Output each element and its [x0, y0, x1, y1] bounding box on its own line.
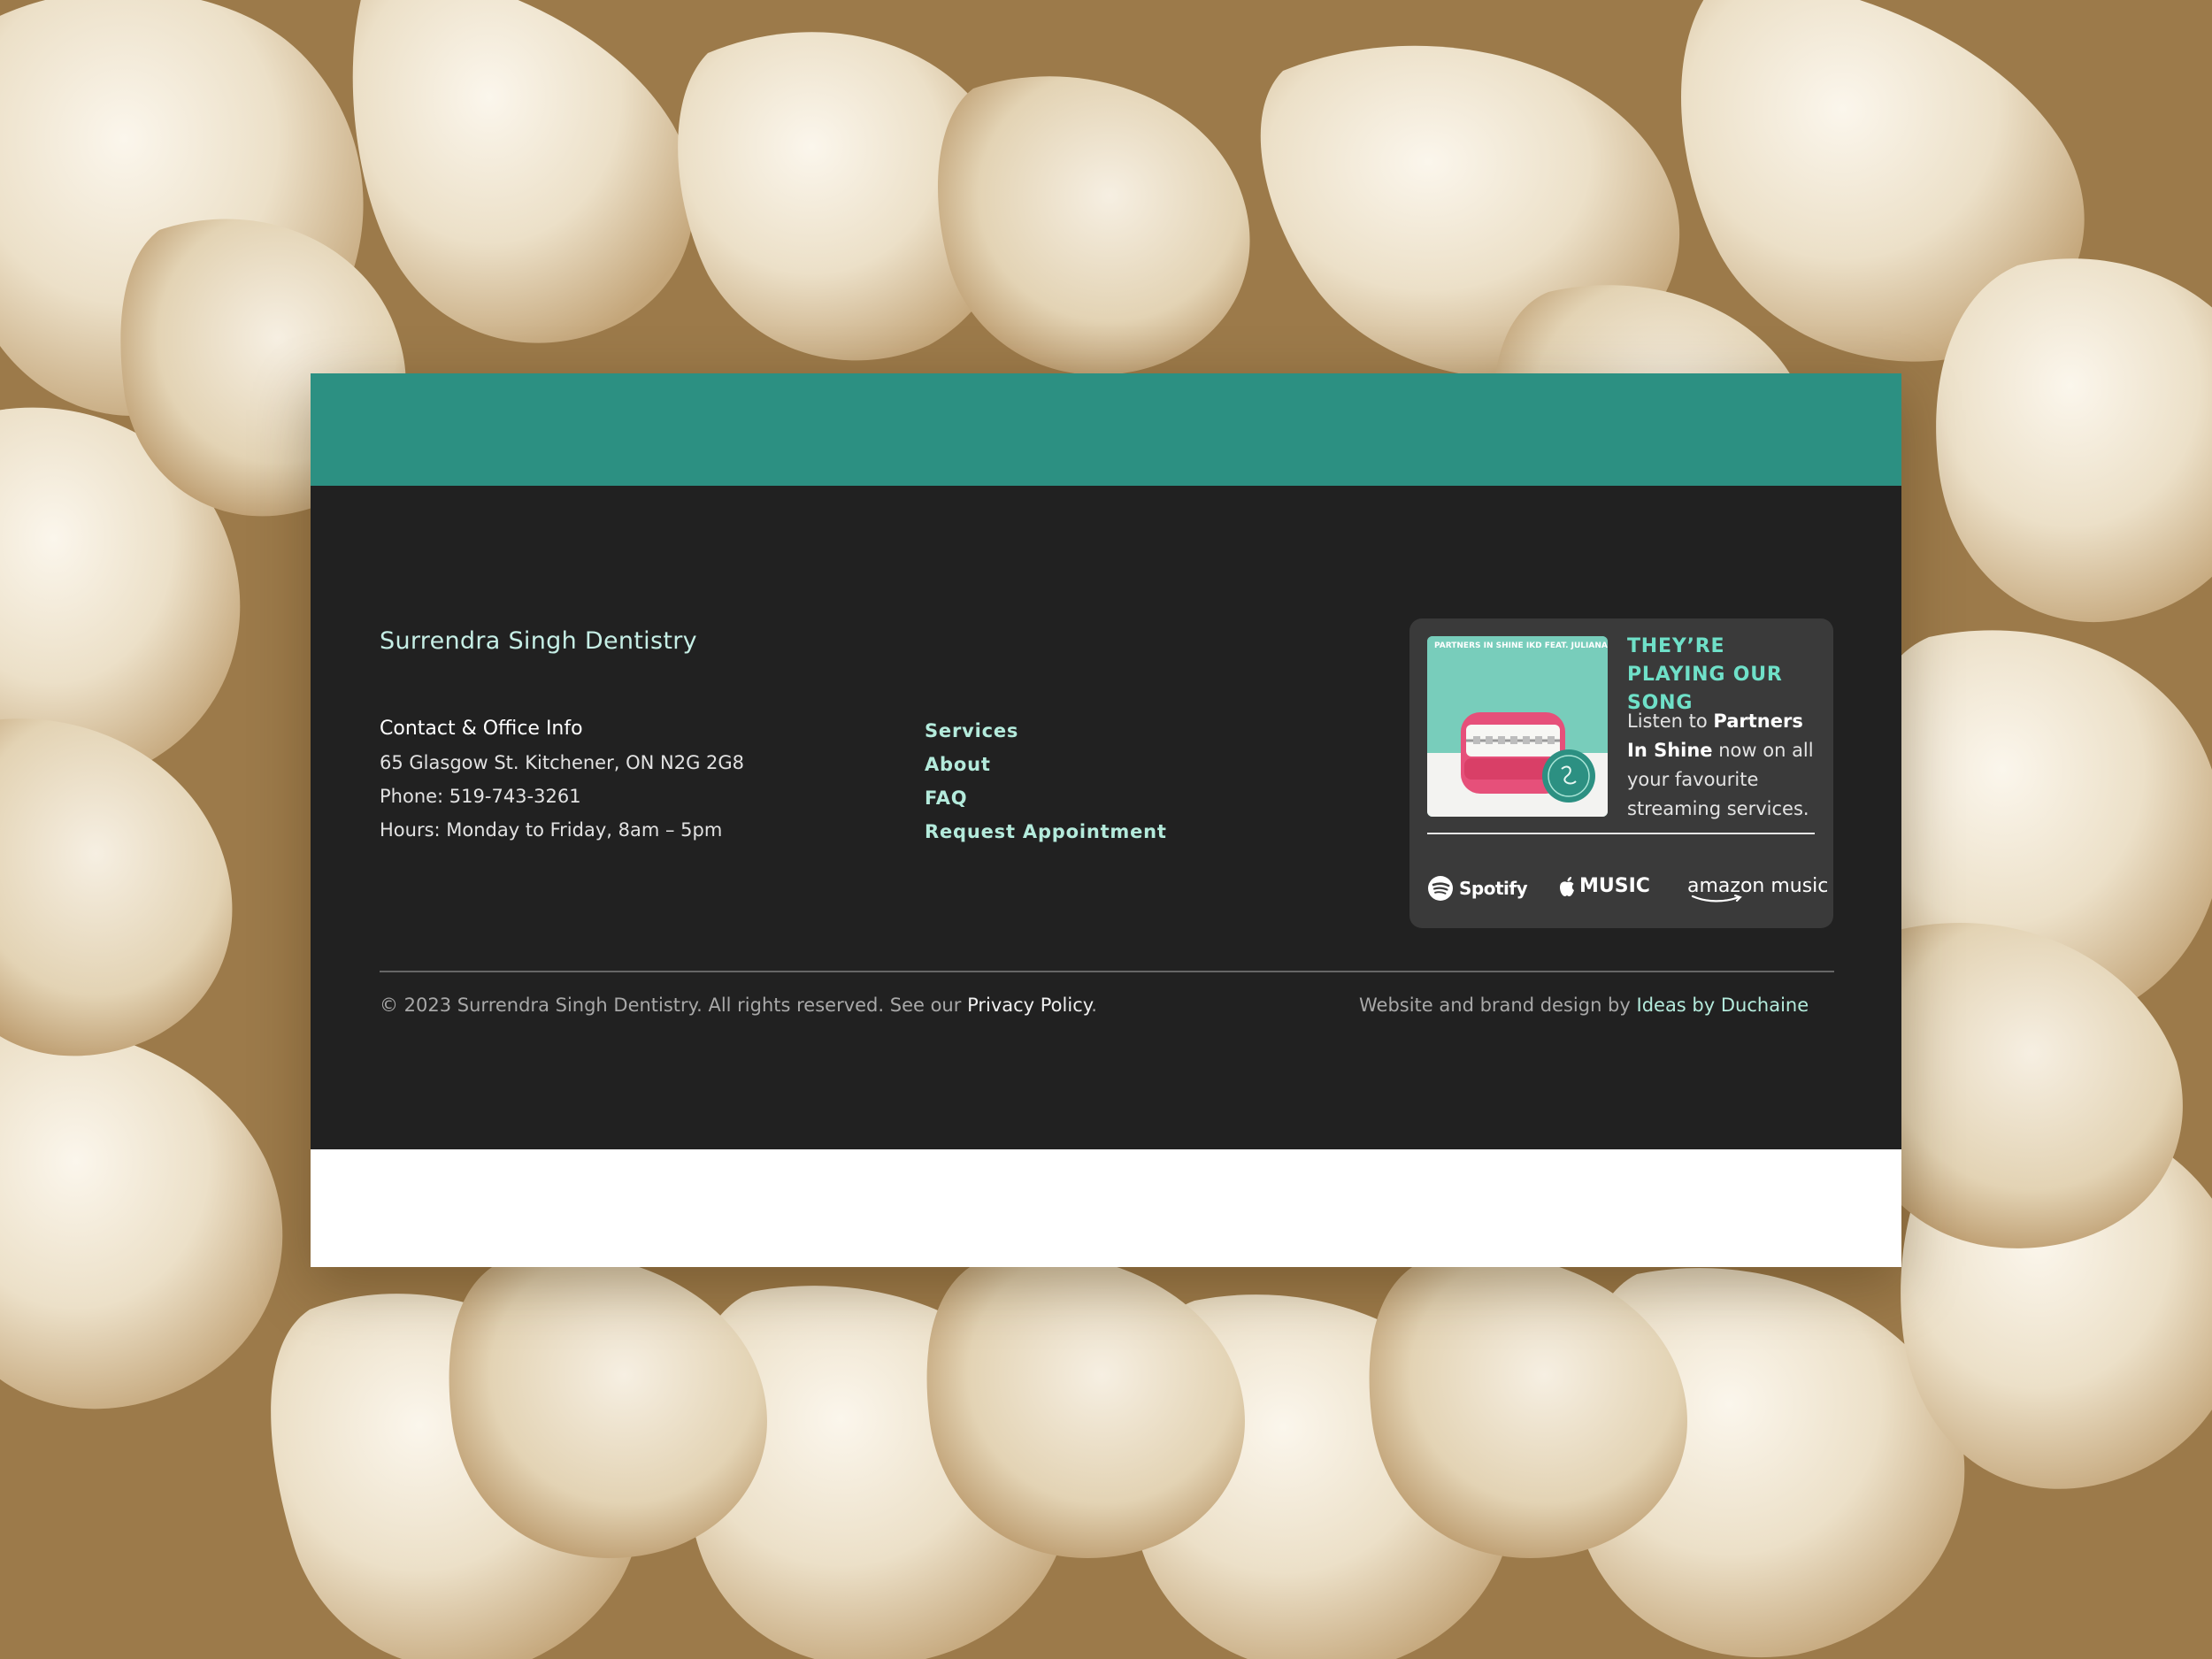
footer-brand-name[interactable]: Surrendra Singh Dentistry: [380, 627, 697, 655]
copyright-notice: © 2023 Surrendra Singh Dentistry. All ri…: [380, 995, 1097, 1016]
contact-hours: Hours: Monday to Friday, 8am – 5pm: [380, 819, 723, 841]
contact-info: Contact & Office Info 65 Glasgow St. Kit…: [380, 718, 744, 853]
spotify-icon: [1428, 876, 1453, 901]
site-footer: Surrendra Singh Dentistry Contact & Offi…: [311, 486, 1901, 1149]
song-promo-card: PARTNERS IN SHINE IKD FEAT. JULIANA P TH…: [1409, 618, 1833, 928]
page-bottom-area: [311, 1149, 1901, 1267]
contact-phone[interactable]: Phone: 519-743-3261: [380, 786, 744, 807]
credit-text: Website and brand design by: [1359, 995, 1637, 1016]
apple-music-link[interactable]: MUSIC: [1558, 875, 1650, 897]
website-mockup: Surrendra Singh Dentistry Contact & Offi…: [311, 373, 1901, 1267]
nav-link-faq[interactable]: FAQ: [925, 787, 1167, 809]
apple-music-label: MUSIC: [1579, 875, 1650, 897]
song-card-heading: THEY’RE PLAYING OUR SONG: [1627, 635, 1783, 714]
copyright-period: .: [1091, 995, 1097, 1016]
album-cover-caption: PARTNERS IN SHINE IKD FEAT. JULIANA P: [1434, 641, 1608, 650]
contact-heading: Contact & Office Info: [380, 718, 583, 740]
footer-divider: [380, 971, 1834, 972]
amazon-music-link[interactable]: amazon music: [1687, 875, 1828, 902]
spotify-label: Spotify: [1459, 878, 1528, 899]
teal-header-band: [311, 373, 1901, 486]
nav-link-services[interactable]: Services: [925, 720, 1167, 741]
song-card-divider: [1427, 833, 1815, 834]
album-cover-image[interactable]: PARTNERS IN SHINE IKD FEAT. JULIANA P: [1427, 636, 1608, 817]
nav-link-request-appointment[interactable]: Request Appointment: [925, 821, 1167, 842]
nav-link-about[interactable]: About: [925, 754, 1167, 775]
apple-icon: [1560, 876, 1574, 896]
amazon-smile-icon: [1691, 895, 1742, 902]
contact-address: 65 Glasgow St. Kitchener, ON N2G 2G8: [380, 752, 745, 773]
design-credit: Website and brand design by Ideas by Duc…: [1359, 995, 1809, 1016]
song-text-lead: Listen to: [1627, 710, 1714, 732]
song-card-description: Listen to Partners In Shine now on all y…: [1627, 707, 1829, 824]
spotify-link[interactable]: Spotify: [1427, 875, 1528, 902]
copyright-text: © 2023 Surrendra Singh Dentistry. All ri…: [380, 995, 968, 1016]
footer-nav: Services About FAQ Request Appointment: [925, 720, 1167, 855]
privacy-policy-link[interactable]: Privacy Policy: [967, 995, 1091, 1016]
ideas-by-duchaine-link[interactable]: Ideas by Duchaine: [1637, 995, 1809, 1016]
